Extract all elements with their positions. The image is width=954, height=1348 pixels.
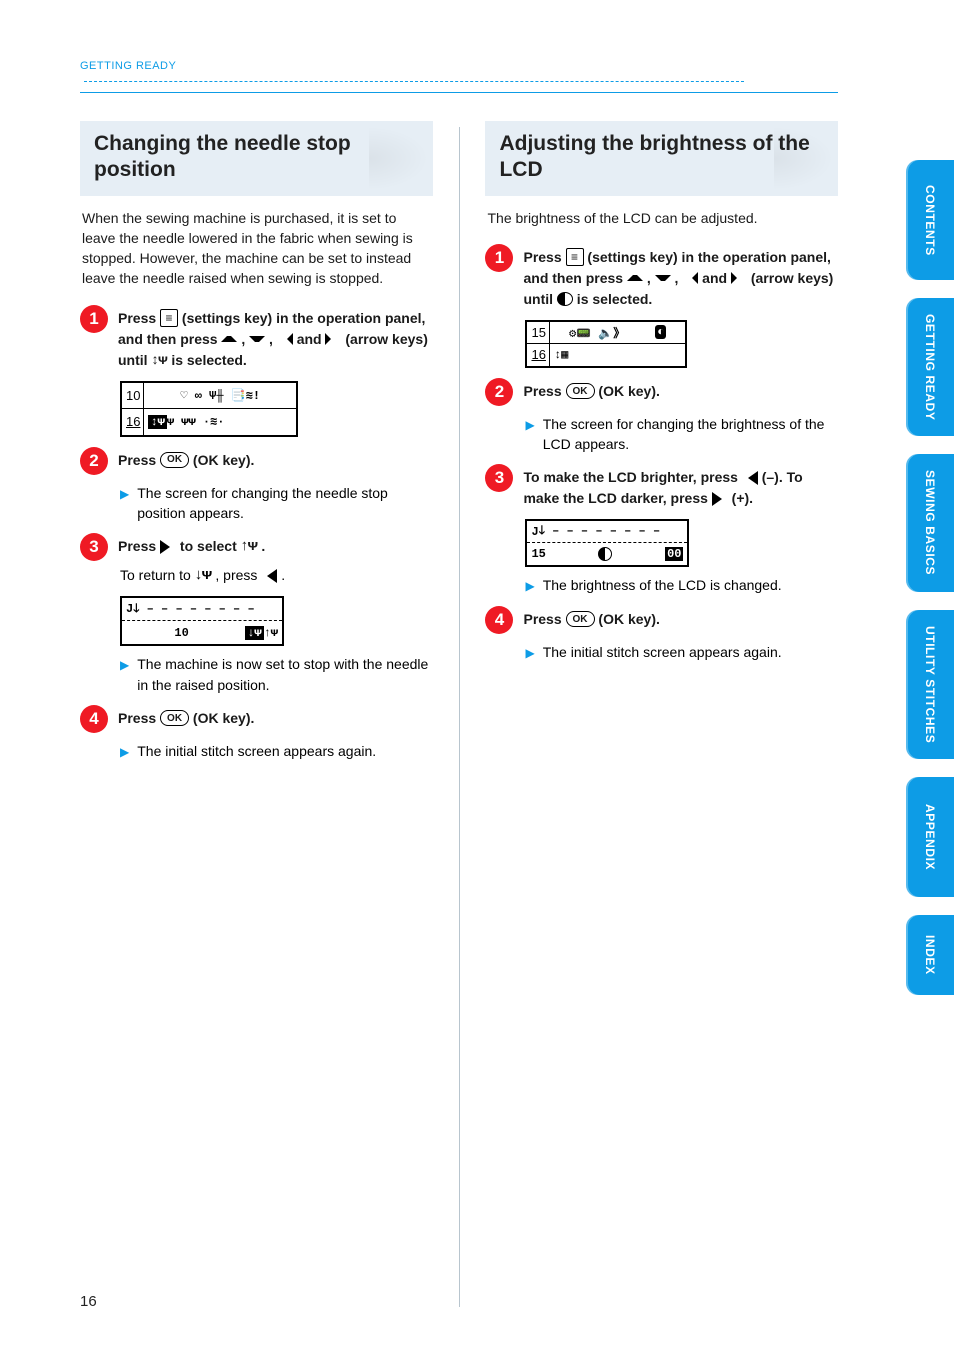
step-4: 4 Press OK (OK key).: [485, 606, 838, 634]
arrow-left-icon: [742, 471, 758, 485]
left-column: Changing the needle stop position When t…: [80, 121, 433, 1307]
page-content: GETTING READY Changing the needle stop p…: [80, 56, 838, 1307]
step-number: 4: [80, 705, 108, 733]
result-text: ▶ The screen for changing the needle sto…: [120, 483, 433, 524]
section-title: Changing the needle stop position: [94, 131, 419, 184]
needle-up-icon: ↑ᴪ: [241, 539, 258, 555]
step-number: 2: [485, 378, 513, 406]
side-nav: CONTENTS GETTING READY SEWING BASICS UTI…: [906, 160, 954, 995]
step-3-sub: To return to ↓ᴪ , press .: [120, 565, 433, 586]
columns: Changing the needle stop position When t…: [80, 121, 838, 1307]
step-number: 1: [485, 244, 513, 272]
step-number: 1: [80, 305, 108, 333]
arrow-right-icon: [712, 492, 728, 506]
column-divider: [459, 127, 460, 1307]
arrow-right-icon: [325, 333, 341, 345]
result-arrow-icon: ▶: [525, 645, 534, 662]
lcd-screenshot-2: J🡓 – – – – – – – – 10 ↓ᴪ↑ᴪ: [120, 596, 433, 646]
lcd-screenshot-1: 15 ⚙📟 🔈》 ◐ 16 ↕▦: [525, 320, 838, 368]
ok-key-icon: OK: [160, 710, 189, 726]
result-text: ▶ The initial stitch screen appears agai…: [525, 642, 838, 662]
step-number: 3: [80, 533, 108, 561]
intro-text: The brightness of the LCD can be adjuste…: [487, 208, 836, 228]
result-arrow-icon: ▶: [120, 657, 129, 674]
step-3: 3 To make the LCD brighter, press (–). T…: [485, 464, 838, 509]
settings-key-icon: [566, 248, 584, 266]
header-rule: [84, 81, 744, 82]
contrast-icon: [598, 547, 612, 561]
result-text: ▶ The machine is now set to stop with th…: [120, 654, 433, 695]
section-heading: Adjusting the brightness of the LCD: [485, 121, 838, 196]
section-heading: Changing the needle stop position: [80, 121, 433, 196]
ok-key-icon: OK: [566, 611, 595, 627]
arrow-up-icon: [627, 275, 643, 281]
result-text: ▶ The brightness of the LCD is changed.: [525, 575, 838, 595]
step-1: 1 Press (settings key) in the operation …: [80, 305, 433, 371]
result-text: ▶ The screen for changing the brightness…: [525, 414, 838, 455]
step-3: 3 Press to select ↑ᴪ .: [80, 533, 433, 561]
section-label: GETTING READY: [80, 60, 176, 76]
tab-sewing-basics[interactable]: SEWING BASICS: [906, 454, 954, 591]
needle-updown-icon: ↕ᴪ: [151, 352, 167, 368]
step-4: 4 Press OK (OK key).: [80, 705, 433, 733]
step-number: 4: [485, 606, 513, 634]
settings-key-icon: [160, 309, 178, 327]
ok-key-icon: OK: [566, 383, 595, 399]
tab-getting-ready[interactable]: GETTING READY: [906, 298, 954, 436]
tab-utility-stitches[interactable]: UTILITY STITCHES: [906, 610, 954, 759]
tab-appendix[interactable]: APPENDIX: [906, 777, 954, 897]
result-arrow-icon: ▶: [120, 486, 129, 503]
step-number: 3: [485, 464, 513, 492]
arrow-left-icon: [261, 569, 277, 583]
step-2: 2 Press OK (OK key).: [80, 447, 433, 475]
arrow-left-icon: [277, 333, 293, 345]
right-column: Adjusting the brightness of the LCD The …: [485, 121, 838, 1307]
arrow-up-icon: [221, 336, 237, 342]
intro-text: When the sewing machine is purchased, it…: [82, 208, 431, 289]
arrow-right-icon: [160, 540, 176, 554]
contrast-icon: [557, 292, 573, 306]
result-arrow-icon: ▶: [120, 744, 129, 761]
lcd-screenshot-2: J🡓 – – – – – – – – 15 00: [525, 519, 838, 567]
tab-index[interactable]: INDEX: [906, 915, 954, 995]
arrow-down-icon: [249, 336, 265, 342]
page-number: 16: [80, 1293, 97, 1310]
needle-down-icon: ↓ᴪ: [195, 568, 212, 584]
section-title: Adjusting the brightness of the LCD: [499, 131, 824, 184]
step-number: 2: [80, 447, 108, 475]
header: GETTING READY: [80, 56, 838, 93]
lcd-screenshot-1: 10 ♡ ∞ Ψ╫ 📑≋! 16 ↕ᴪ ᴪ ᴪᴪ ·≋·: [120, 381, 433, 437]
step-1: 1 Press (settings key) in the operation …: [485, 244, 838, 310]
arrow-left-icon: [682, 272, 698, 284]
result-text: ▶ The initial stitch screen appears agai…: [120, 741, 433, 761]
result-arrow-icon: ▶: [525, 417, 534, 434]
step-2: 2 Press OK (OK key).: [485, 378, 838, 406]
arrow-right-icon: [731, 272, 747, 284]
result-arrow-icon: ▶: [525, 578, 534, 595]
ok-key-icon: OK: [160, 452, 189, 468]
arrow-down-icon: [655, 275, 671, 281]
tab-contents[interactable]: CONTENTS: [906, 160, 954, 280]
